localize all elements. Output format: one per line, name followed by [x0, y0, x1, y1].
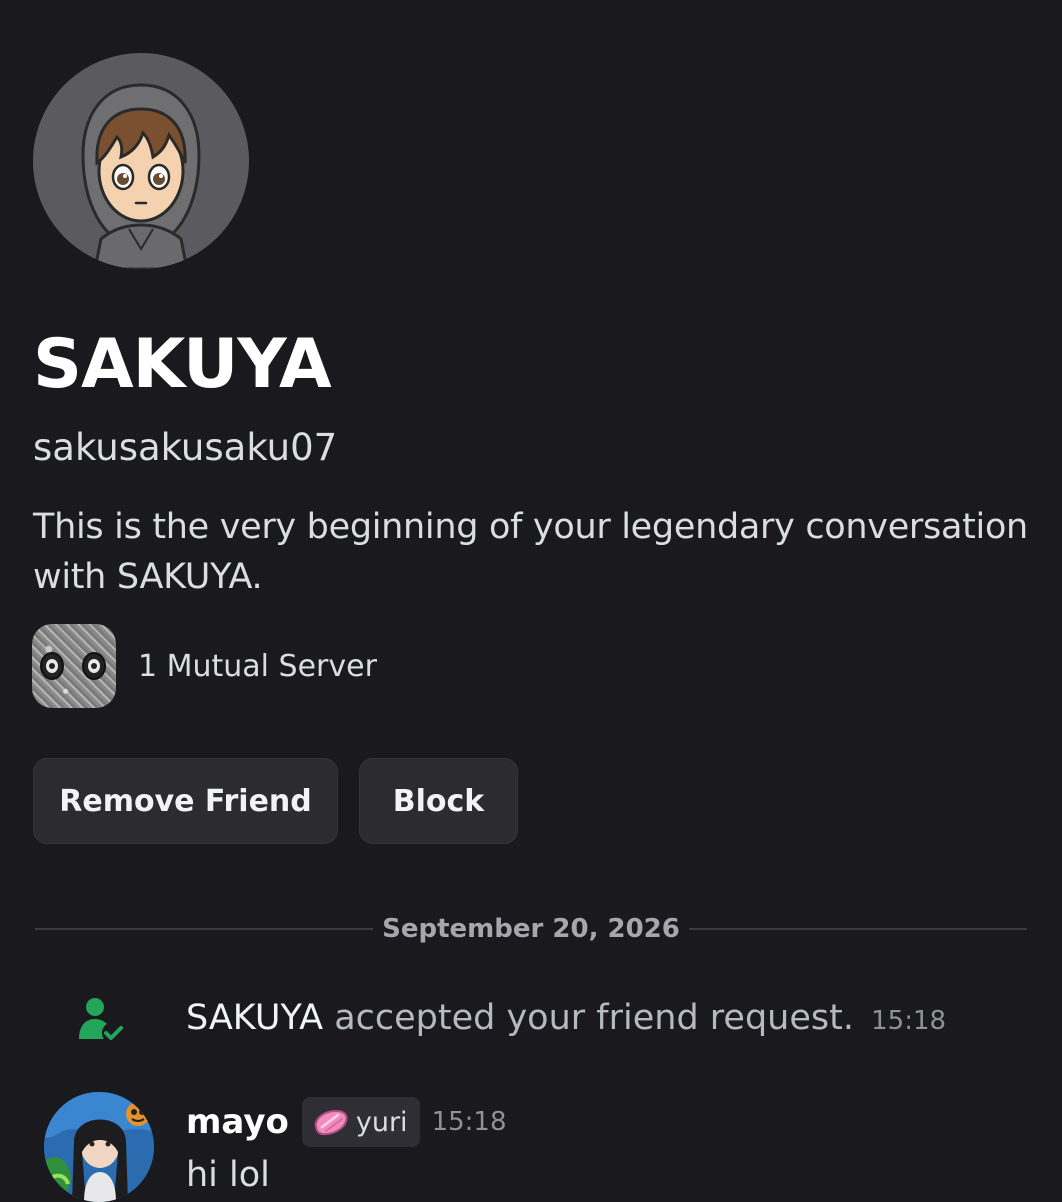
message-author[interactable]: mayo	[186, 1102, 289, 1142]
message-header: mayo yuri 15:18	[186, 1096, 507, 1148]
conversation-intro: This is the very beginning of your legen…	[33, 507, 1028, 597]
display-name: SAKUYA	[33, 325, 332, 404]
system-message-text: accepted your friend request.	[334, 998, 854, 1038]
message-author-avatar[interactable]	[44, 1092, 154, 1202]
mutual-server-label: 1 Mutual Server	[138, 648, 377, 684]
guild-tag-label: yuri	[355, 1106, 408, 1138]
message-time: 15:18	[431, 1107, 507, 1137]
date-divider-line-left	[35, 928, 373, 930]
date-divider-line-right	[689, 928, 1027, 930]
mutual-servers[interactable]: 1 Mutual Server	[32, 624, 377, 708]
remove-friend-button[interactable]: Remove Friend	[33, 758, 338, 844]
username: sakusakusaku07	[33, 426, 338, 469]
message-content: hi lol	[186, 1155, 270, 1195]
profile-avatar[interactable]	[33, 53, 249, 269]
block-button[interactable]: Block	[359, 758, 518, 844]
system-message-actor[interactable]: SAKUYA	[186, 998, 323, 1038]
system-message-time: 15:18	[871, 1006, 947, 1036]
friend-accepted-icon	[79, 998, 124, 1044]
mutual-server-icon[interactable]	[32, 624, 116, 708]
system-message: SAKUYA accepted your friend request. 15:…	[186, 994, 946, 1045]
pink-gem-icon	[314, 1109, 348, 1136]
date-divider: September 20, 2026	[382, 914, 680, 944]
guild-tag-badge[interactable]: yuri	[301, 1097, 420, 1147]
